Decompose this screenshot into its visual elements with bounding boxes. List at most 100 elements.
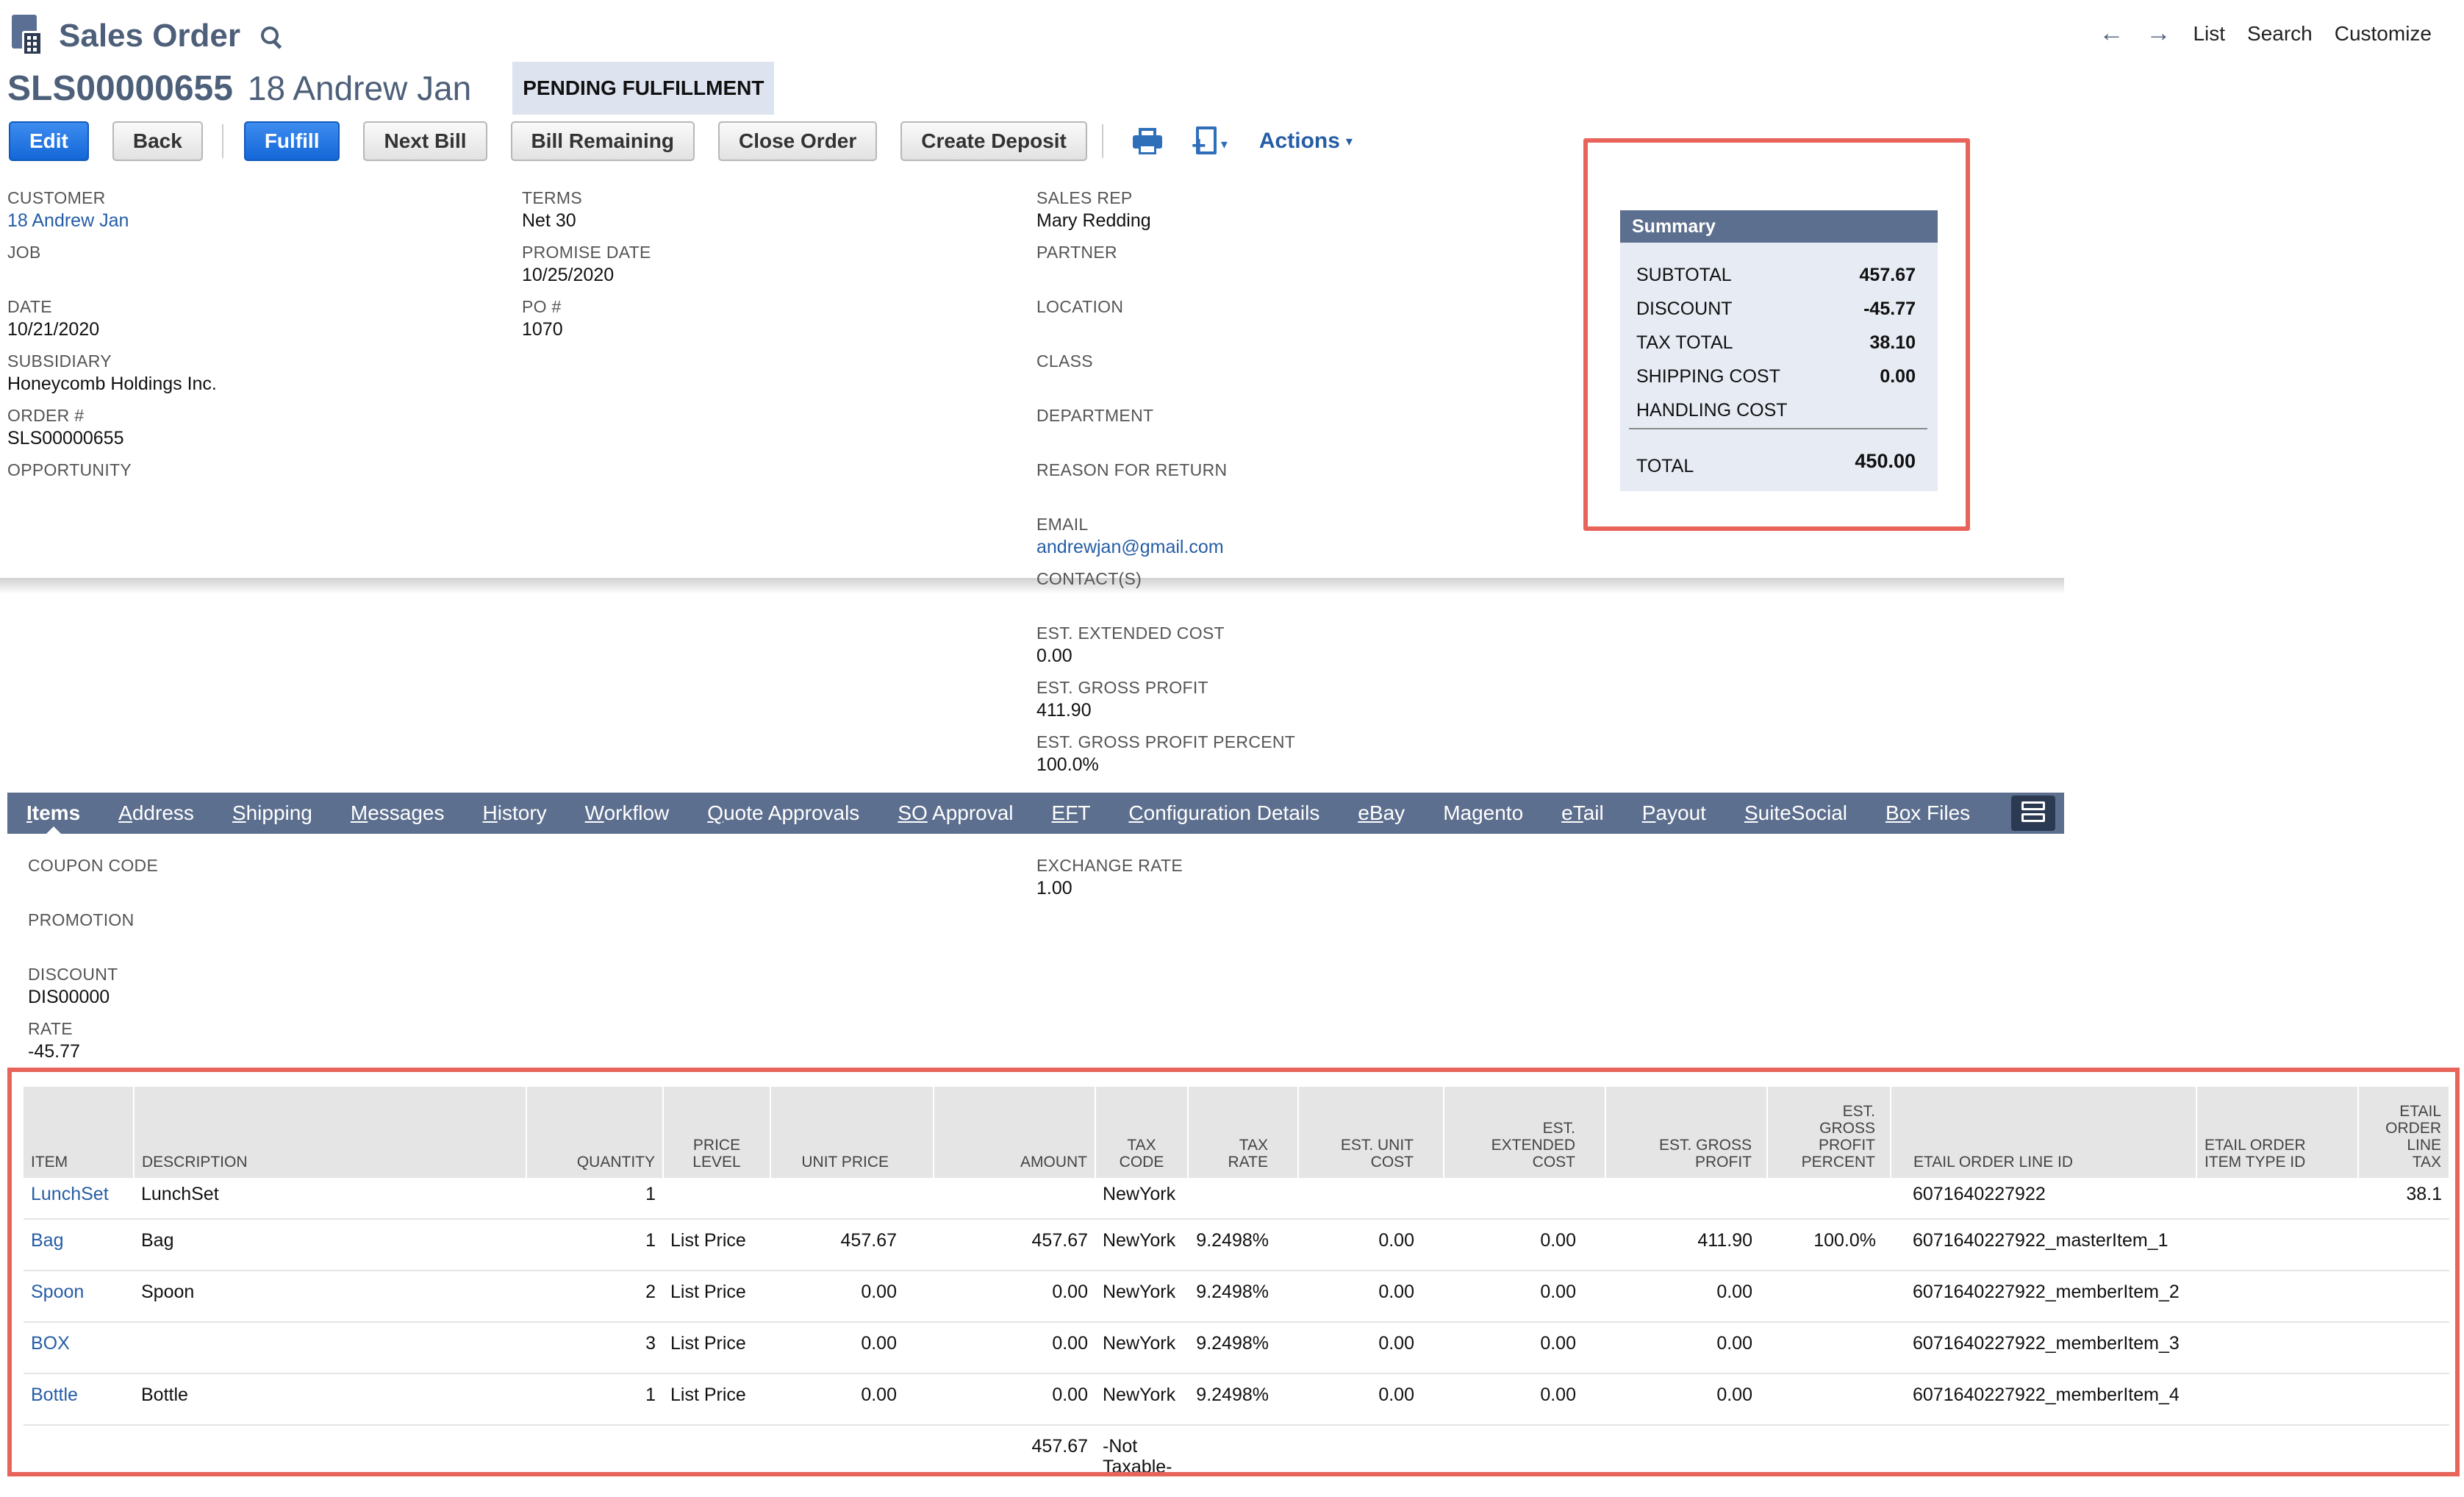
item-link[interactable]: Spoon xyxy=(24,1271,134,1323)
cell-tax-code: NewYork xyxy=(1095,1219,1188,1271)
tab-so-approval[interactable]: SO Approval xyxy=(878,793,1032,834)
fulfill-button[interactable]: Fulfill xyxy=(243,121,340,161)
cell-amount: 0.00 xyxy=(934,1271,1095,1323)
total-tax-code: -Not Taxable- xyxy=(1095,1425,1188,1472)
next-bill-button[interactable]: Next Bill xyxy=(363,121,487,161)
cell-unit-price xyxy=(770,1178,934,1220)
tab-ebay[interactable]: eBay xyxy=(1339,793,1424,834)
item-link[interactable]: Bag xyxy=(24,1219,134,1271)
customer-field: CUSTOMER 18 Andrew Jan xyxy=(7,188,129,232)
bill-remaining-button[interactable]: Bill Remaining xyxy=(510,121,695,161)
cell-quantity: 1 xyxy=(526,1219,663,1271)
cell-tax-rate xyxy=(1188,1178,1298,1220)
email-link[interactable]: andrewjan@gmail.com xyxy=(1036,537,1224,558)
customer-link[interactable]: 18 Andrew Jan xyxy=(7,210,129,232)
cell-est-gross-profit-percent: 100.0% xyxy=(1767,1219,1891,1271)
actions-menu[interactable]: Actions ▾ xyxy=(1259,129,1353,154)
column-header-etail-order-item-type-id: ETAIL ORDER ITEM TYPE ID xyxy=(2196,1087,2359,1178)
summary-label: SUBTOTAL xyxy=(1636,265,1732,285)
item-link[interactable]: Bottle xyxy=(24,1373,134,1426)
print-icon[interactable] xyxy=(1132,128,1162,154)
customize-link[interactable]: Customize xyxy=(2335,22,2432,46)
est-extended-cost-field: EST. EXTENDED COST 0.00 xyxy=(1036,624,1225,667)
list-link[interactable]: List xyxy=(2193,22,2225,46)
table-row[interactable]: LunchSet LunchSet 1 NewYork 607164022792… xyxy=(24,1178,2449,1220)
cell-est-gross-profit-percent xyxy=(1767,1373,1891,1426)
record-name: 18 Andrew Jan xyxy=(247,69,472,107)
new-document-icon[interactable]: + ▾ xyxy=(1192,126,1230,158)
cell-est-extended-cost: 0.00 xyxy=(1444,1373,1605,1426)
search-icon[interactable] xyxy=(259,25,282,47)
field-label: PROMOTION xyxy=(28,910,135,929)
edit-button[interactable]: Edit xyxy=(9,121,89,161)
cell-quantity: 1 xyxy=(526,1373,663,1426)
tab-magento[interactable]: Magento xyxy=(1424,793,1542,834)
cell-est-unit-cost xyxy=(1298,1178,1444,1220)
cell-est-unit-cost: 0.00 xyxy=(1298,1271,1444,1323)
tab-suitesocial[interactable]: SuiteSocial xyxy=(1725,793,1866,834)
rate-field: RATE -45.77 xyxy=(28,1019,80,1062)
tab-shipping[interactable]: Shipping xyxy=(213,793,332,834)
tab-messages[interactable]: Messages xyxy=(332,793,464,834)
create-deposit-button[interactable]: Create Deposit xyxy=(900,121,1087,161)
layout-toggle-icon[interactable] xyxy=(2011,796,2055,831)
cell-price-level xyxy=(663,1178,770,1220)
field-label: DEPARTMENT xyxy=(1036,406,1154,425)
tab-history[interactable]: History xyxy=(464,793,566,834)
column-header-etail-order-line-tax: ETAIL ORDER LINE TAX xyxy=(2358,1087,2449,1178)
back-button[interactable]: Back xyxy=(112,121,203,161)
cell-amount xyxy=(934,1178,1095,1220)
field-value: 0.00 xyxy=(1036,646,1072,666)
date-field: DATE 10/21/2020 xyxy=(7,297,99,340)
email-field: EMAIL andrewjan@gmail.com xyxy=(1036,515,1224,558)
field-value: DIS00000 xyxy=(28,987,110,1007)
item-link[interactable]: BOX xyxy=(24,1322,134,1374)
field-value: 10/21/2020 xyxy=(7,319,100,340)
field-label: CUSTOMER xyxy=(7,188,106,207)
summary-title: Summary xyxy=(1620,210,1938,243)
cell-quantity: 1 xyxy=(526,1178,663,1220)
field-value: 411.90 xyxy=(1036,700,1092,721)
forward-arrow-icon[interactable]: → xyxy=(2146,19,2171,48)
department-field: DEPARTMENT xyxy=(1036,406,1153,426)
tab-box-files[interactable]: Box Files xyxy=(1866,793,1989,834)
table-row[interactable]: Bag Bag 1 List Price 457.67 457.67 NewYo… xyxy=(24,1219,2449,1271)
tab-address[interactable]: Address xyxy=(99,793,213,834)
cell-est-unit-cost: 0.00 xyxy=(1298,1219,1444,1271)
field-label: PROMISE DATE xyxy=(522,243,651,262)
tab-workflow[interactable]: Workflow xyxy=(566,793,689,834)
summary-label: DISCOUNT xyxy=(1636,299,1733,319)
summary-value: 38.10 xyxy=(1869,332,1916,353)
reason-for-return-field: REASON FOR RETURN xyxy=(1036,460,1227,480)
cell-tax-rate: 9.2498% xyxy=(1188,1373,1298,1426)
actions-label: Actions xyxy=(1258,129,1340,153)
tab-quote-approvals[interactable]: Quote Approvals xyxy=(688,793,878,834)
field-label: CONTACT(S) xyxy=(1036,569,1142,588)
field-label: DATE xyxy=(7,297,52,316)
cell-tax-rate: 9.2498% xyxy=(1188,1271,1298,1323)
cell-description: Spoon xyxy=(134,1271,526,1323)
field-label: EST. GROSS PROFIT xyxy=(1036,678,1208,697)
tab-payout[interactable]: Payout xyxy=(1623,793,1725,834)
tab-configuration-details[interactable]: Configuration Details xyxy=(1109,793,1339,834)
close-order-button[interactable]: Close Order xyxy=(717,121,878,161)
search-link[interactable]: Search xyxy=(2247,22,2313,46)
field-label: PO # xyxy=(522,297,562,316)
exchange-rate-field: EXCHANGE RATE 1.00 xyxy=(1036,856,1183,899)
tab-eft[interactable]: EFT xyxy=(1033,793,1110,834)
cell-est-gross-profit xyxy=(1605,1178,1767,1220)
field-label: JOB xyxy=(7,243,41,262)
table-row[interactable]: BOX 3 List Price 0.00 0.00 NewYork 9.249… xyxy=(24,1322,2449,1374)
cell-est-gross-profit: 0.00 xyxy=(1605,1373,1767,1426)
item-link[interactable]: LunchSet xyxy=(24,1178,134,1220)
field-label: EMAIL xyxy=(1036,515,1089,534)
section-divider xyxy=(0,578,2064,594)
table-row[interactable]: Bottle Bottle 1 List Price 0.00 0.00 New… xyxy=(24,1373,2449,1426)
back-arrow-icon[interactable]: ← xyxy=(2099,19,2124,48)
table-row[interactable]: Spoon Spoon 2 List Price 0.00 0.00 NewYo… xyxy=(24,1271,2449,1323)
column-header-description: DESCRIPTION xyxy=(134,1087,527,1178)
tab-etail[interactable]: eTail xyxy=(1542,793,1623,834)
tab-items[interactable]: Items xyxy=(7,793,99,834)
cell-etail-order-line-id: 6071640227922_memberItem_2 xyxy=(1891,1271,2196,1323)
job-field: JOB xyxy=(7,243,41,262)
